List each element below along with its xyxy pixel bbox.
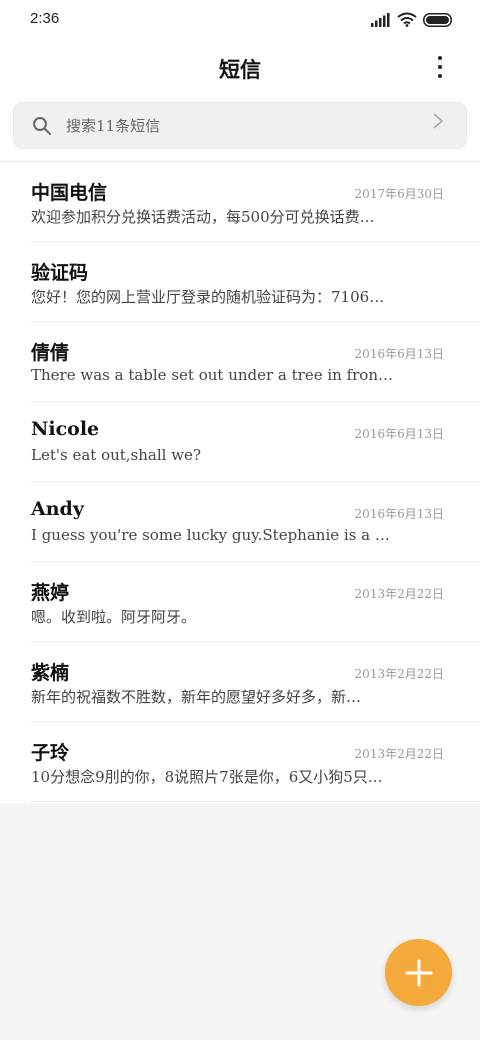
- message-date: 2016年6月13日: [354, 507, 444, 521]
- message-preview: 嗯。收到啦。阿牙阿牙。: [31, 608, 197, 626]
- content-area: 2:36 短信 搜索11条短信 中国电信 2017年6月30日 欢迎参加积分兑换…: [0, 0, 480, 803]
- message-item[interactable]: 倩倩 2016年6月13日 There was a table set out …: [0, 322, 480, 402]
- message-preview: Let's eat out,shall we?: [31, 446, 201, 464]
- more-dot: [438, 65, 442, 69]
- message-item[interactable]: 子玲 2013年2月22日 10分想念9刖的你，8说照片7张是你，6又小狗5只…: [0, 722, 480, 802]
- search-input[interactable]: [66, 111, 446, 141]
- message-item[interactable]: Andy 2016年6月13日 I guess you're some luck…: [0, 482, 480, 562]
- new-message-button[interactable]: [385, 939, 452, 1006]
- message-date: 2013年2月22日: [354, 587, 444, 601]
- message-date: 2013年2月22日: [354, 667, 444, 681]
- message-item[interactable]: 紫楠 2013年2月22日 新年的祝福数不胜数，新年的愿望好多好多，新…: [0, 642, 480, 722]
- chevron-right-icon[interactable]: [432, 112, 444, 130]
- contact-name: 倩倩: [31, 342, 70, 364]
- status-time: 2:36: [30, 10, 60, 27]
- message-list: 中国电信 2017年6月30日 欢迎参加积分兑换话费活动，每500分可兑换话费……: [0, 162, 480, 802]
- contact-name: 子玲: [31, 742, 70, 764]
- contact-name: 燕婷: [31, 582, 70, 604]
- message-preview: 新年的祝福数不胜数，新年的愿望好多好多，新…: [31, 688, 362, 706]
- contact-name: Andy: [31, 498, 84, 520]
- message-item[interactable]: 中国电信 2017年6月30日 欢迎参加积分兑换话费活动，每500分可兑换话费…: [0, 162, 480, 242]
- contact-name: Nicole: [31, 418, 100, 440]
- contact-name: 紫楠: [31, 662, 70, 684]
- message-preview: I guess you're some lucky guy.Stephanie …: [31, 526, 393, 544]
- status-bar: 2:36: [0, 0, 480, 40]
- message-preview: There was a table set out under a tree i…: [31, 366, 393, 384]
- message-date: 2013年2月22日: [354, 747, 444, 761]
- more-options-button[interactable]: [428, 54, 452, 80]
- search-icon: [33, 117, 51, 135]
- message-preview: 您好！您的网上营业厅登录的随机验证码为：71067…: [31, 288, 393, 306]
- plus-icon: [405, 959, 432, 986]
- page-title: 短信: [219, 57, 261, 82]
- message-preview: 10分想念9刖的你，8说照片7张是你，6又小狗5只…: [31, 768, 383, 786]
- battery-icon: [423, 13, 452, 27]
- message-item[interactable]: 验证码 您好！您的网上营业厅登录的随机验证码为：71067…: [0, 242, 480, 322]
- message-date: 2016年6月13日: [354, 347, 444, 361]
- contact-name: 验证码: [31, 262, 89, 284]
- wifi-icon: [397, 12, 417, 27]
- message-item[interactable]: 燕婷 2013年2月22日 嗯。收到啦。阿牙阿牙。: [0, 562, 480, 642]
- more-dot: [438, 74, 442, 78]
- signal-icon: [371, 13, 390, 27]
- message-item[interactable]: Nicole 2016年6月13日 Let's eat out,shall we…: [0, 402, 480, 482]
- more-vertical-icon: [438, 56, 442, 60]
- contact-name: 中国电信: [31, 182, 108, 204]
- message-preview: 欢迎参加积分兑换话费活动，每500分可兑换话费…: [31, 208, 375, 226]
- message-date: 2017年6月30日: [354, 187, 444, 201]
- search-box[interactable]: [13, 102, 467, 149]
- message-date: 2016年6月13日: [354, 427, 444, 441]
